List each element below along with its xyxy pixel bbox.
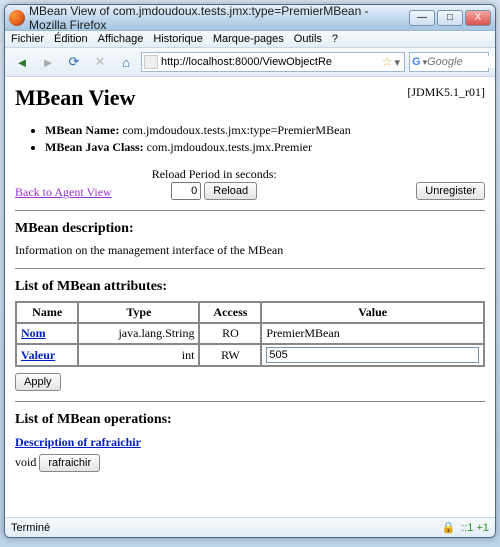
desc-text: Information on the management interface … — [15, 243, 485, 258]
op-button[interactable]: rafraichir — [39, 454, 100, 472]
divider — [15, 210, 485, 211]
op-desc-link[interactable]: Description of rafraichir — [15, 435, 141, 449]
menu-fichier[interactable]: Fichier — [11, 33, 44, 45]
table-row: Valeur int RW — [16, 344, 484, 366]
menu-help[interactable]: ? — [332, 33, 338, 45]
minimize-button[interactable]: — — [409, 10, 435, 26]
search-box[interactable]: G ▾ — [409, 52, 489, 72]
menubar: Fichier Édition Affichage Historique Mar… — [5, 31, 495, 48]
back-icon[interactable]: ◄ — [11, 51, 33, 73]
home-icon[interactable]: ⌂ — [115, 51, 137, 73]
maximize-button[interactable]: □ — [437, 10, 463, 26]
attrs-heading: List of MBean attributes: — [15, 279, 485, 295]
attr-type: int — [78, 344, 199, 366]
toolbar: ◄ ► ⟳ ✕ ⌂ ☆ ▾ G ▾ — [5, 48, 495, 77]
attr-type: java.lang.String — [78, 323, 199, 344]
url-input[interactable] — [161, 56, 382, 68]
desc-heading: MBean description: — [15, 221, 485, 237]
stop-icon: ✕ — [89, 51, 111, 73]
attr-link-nom[interactable]: Nom — [21, 326, 46, 340]
attrs-table: Name Type Access Value Nom java.lang.Str… — [15, 301, 485, 367]
attr-value: PremierMBean — [261, 323, 484, 344]
menu-edition[interactable]: Édition — [54, 33, 88, 45]
reload-icon[interactable]: ⟳ — [63, 51, 85, 73]
attr-access: RW — [199, 344, 261, 366]
page-content: MBean View [JDMK5.1_r01] MBean Name: com… — [5, 77, 495, 517]
divider — [15, 268, 485, 269]
col-name: Name — [16, 302, 78, 323]
firefox-icon — [9, 10, 25, 26]
url-bar[interactable]: ☆ ▾ — [141, 52, 405, 72]
table-row: Nom java.lang.String RO PremierMBean — [16, 323, 484, 344]
col-access: Access — [199, 302, 261, 323]
version-label: [JDMK5.1_r01] — [407, 85, 485, 100]
page-heading: MBean View — [15, 85, 135, 111]
window-titlebar: MBean View of com.jmdoudoux.tests.jmx:ty… — [5, 5, 495, 31]
divider — [15, 401, 485, 402]
status-indicator: ::1 +1 — [461, 522, 489, 534]
mbean-name-row: MBean Name: com.jmdoudoux.tests.jmx:type… — [45, 123, 485, 138]
menu-affichage[interactable]: Affichage — [98, 33, 144, 45]
mbean-class-row: MBean Java Class: com.jmdoudoux.tests.jm… — [45, 140, 485, 155]
security-icon: 🔒 — [441, 521, 455, 534]
attr-value-input[interactable] — [266, 347, 479, 363]
menu-historique[interactable]: Historique — [153, 33, 203, 45]
unregister-button[interactable]: Unregister — [416, 182, 485, 200]
back-to-agent-link[interactable]: Back to Agent View — [15, 185, 112, 200]
col-value: Value — [261, 302, 484, 323]
attr-access: RO — [199, 323, 261, 344]
apply-button[interactable]: Apply — [15, 373, 61, 391]
forward-icon: ► — [37, 51, 59, 73]
bookmark-star-icon[interactable]: ☆ — [382, 55, 393, 69]
ops-heading: List of MBean operations: — [15, 412, 485, 428]
attr-link-valeur[interactable]: Valeur — [21, 348, 55, 362]
window-title: MBean View of com.jmdoudoux.tests.jmx:ty… — [29, 4, 409, 32]
page-icon — [144, 55, 158, 69]
menu-marquepages[interactable]: Marque-pages — [213, 33, 284, 45]
google-icon: G — [412, 56, 421, 68]
search-input[interactable] — [427, 56, 496, 68]
menu-outils[interactable]: Outils — [294, 33, 322, 45]
col-type: Type — [78, 302, 199, 323]
op-return-type: void — [15, 455, 36, 469]
statusbar: Terminé 🔒 ::1 +1 — [5, 517, 495, 537]
status-text: Terminé — [11, 522, 50, 534]
reload-period-input[interactable] — [171, 182, 201, 200]
reload-button[interactable]: Reload — [204, 182, 257, 200]
dropdown-icon[interactable]: ▾ — [394, 56, 400, 69]
reload-label: Reload Period in seconds: — [152, 167, 277, 182]
close-button[interactable]: X — [465, 10, 491, 26]
